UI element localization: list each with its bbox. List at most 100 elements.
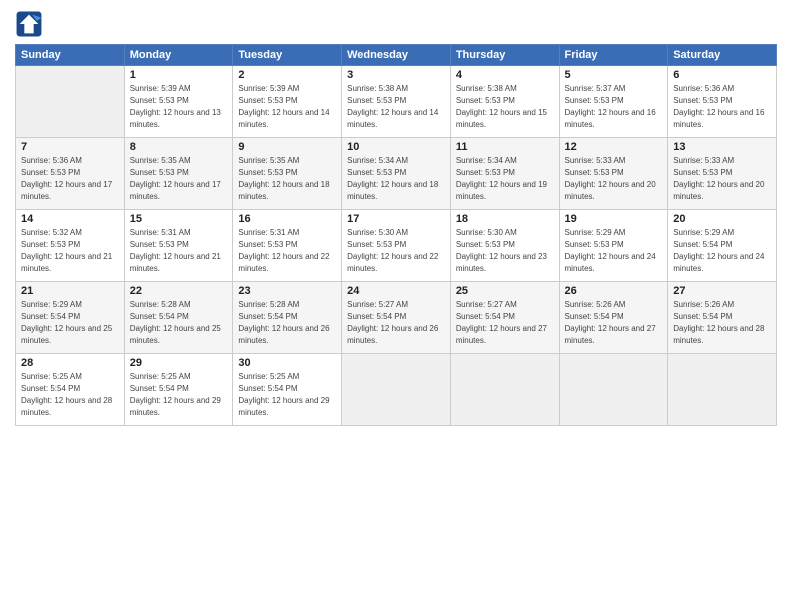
day-detail: Sunrise: 5:36 AMSunset: 5:53 PMDaylight:… (21, 156, 112, 201)
day-number: 20 (673, 213, 771, 225)
day-detail: Sunrise: 5:25 AMSunset: 5:54 PMDaylight:… (130, 372, 221, 417)
day-detail: Sunrise: 5:30 AMSunset: 5:53 PMDaylight:… (347, 228, 438, 273)
day-detail: Sunrise: 5:36 AMSunset: 5:53 PMDaylight:… (673, 84, 764, 129)
day-detail: Sunrise: 5:31 AMSunset: 5:53 PMDaylight:… (238, 228, 329, 273)
calendar-cell: 26 Sunrise: 5:26 AMSunset: 5:54 PMDayligh… (559, 282, 668, 354)
calendar-cell (342, 354, 451, 426)
day-detail: Sunrise: 5:26 AMSunset: 5:54 PMDaylight:… (673, 300, 764, 345)
day-number: 13 (673, 141, 771, 153)
day-detail: Sunrise: 5:34 AMSunset: 5:53 PMDaylight:… (456, 156, 547, 201)
weekday-header-thursday: Thursday (450, 45, 559, 66)
day-number: 26 (565, 285, 663, 297)
day-detail: Sunrise: 5:31 AMSunset: 5:53 PMDaylight:… (130, 228, 221, 273)
day-number: 21 (21, 285, 119, 297)
day-number: 8 (130, 141, 228, 153)
calendar-cell: 1Sunrise: 5:39 AMSunset: 5:53 PMDaylight… (124, 66, 233, 138)
week-row-5: 28 Sunrise: 5:25 AMSunset: 5:54 PMDayligh… (16, 354, 777, 426)
page-container: SundayMondayTuesdayWednesdayThursdayFrid… (0, 0, 792, 436)
header (15, 10, 777, 38)
day-number: 2 (238, 69, 336, 81)
calendar-cell: 29Sunrise: 5:25 AMSunset: 5:54 PMDayligh… (124, 354, 233, 426)
day-detail: Sunrise: 5:35 AMSunset: 5:53 PMDaylight:… (130, 156, 221, 201)
calendar-cell: 24 Sunrise: 5:27 AMSunset: 5:54 PMDayligh… (342, 282, 451, 354)
day-number: 19 (565, 213, 663, 225)
day-number: 9 (238, 141, 336, 153)
calendar-cell: 22 Sunrise: 5:28 AMSunset: 5:54 PMDayligh… (124, 282, 233, 354)
day-detail: Sunrise: 5:38 AMSunset: 5:53 PMDaylight:… (456, 84, 547, 129)
day-number: 28 (21, 357, 119, 369)
day-detail: Sunrise: 5:25 AMSunset: 5:54 PMDaylight:… (21, 372, 112, 417)
day-detail: Sunrise: 5:25 AMSunset: 5:54 PMDaylight:… (238, 372, 329, 417)
day-detail: Sunrise: 5:26 AMSunset: 5:54 PMDaylight:… (565, 300, 656, 345)
calendar-cell: 15 Sunrise: 5:31 AMSunset: 5:53 PMDayligh… (124, 210, 233, 282)
calendar-cell: 25Sunrise: 5:27 AMSunset: 5:54 PMDayligh… (450, 282, 559, 354)
calendar-cell: 7 Sunrise: 5:36 AMSunset: 5:53 PMDaylight… (16, 138, 125, 210)
calendar-cell: 4 Sunrise: 5:38 AMSunset: 5:53 PMDaylight… (450, 66, 559, 138)
day-detail: Sunrise: 5:39 AMSunset: 5:53 PMDaylight:… (238, 84, 329, 129)
day-number: 5 (565, 69, 663, 81)
day-detail: Sunrise: 5:33 AMSunset: 5:53 PMDaylight:… (673, 156, 764, 201)
calendar-cell: 12Sunrise: 5:33 AMSunset: 5:53 PMDayligh… (559, 138, 668, 210)
weekday-header-row: SundayMondayTuesdayWednesdayThursdayFrid… (16, 45, 777, 66)
weekday-header-wednesday: Wednesday (342, 45, 451, 66)
day-number: 27 (673, 285, 771, 297)
day-detail: Sunrise: 5:38 AMSunset: 5:53 PMDaylight:… (347, 84, 438, 129)
week-row-1: 1 Sunrise: 5:39 AMSunset: 5:53 PMDaylight… (16, 66, 777, 138)
day-number: 17 (347, 213, 445, 225)
weekday-header-tuesday: Tuesday (233, 45, 342, 66)
calendar-cell: 30 Sunrise: 5:25 AMSunset: 5:54 PMDayligh… (233, 354, 342, 426)
calendar-cell: 17 Sunrise: 5:30 AMSunset: 5:53 PMDayligh… (342, 210, 451, 282)
calendar-cell (450, 354, 559, 426)
calendar-cell: 23Sunrise: 5:28 AMSunset: 5:54 PMDayligh… (233, 282, 342, 354)
day-detail: Sunrise: 5:29 AMSunset: 5:54 PMDaylight:… (673, 228, 764, 273)
logo (15, 10, 47, 38)
calendar-cell: 5Sunrise: 5:37 AMSunset: 5:53 PMDaylight… (559, 66, 668, 138)
day-number: 22 (130, 285, 228, 297)
day-detail: Sunrise: 5:28 AMSunset: 5:54 PMDaylight:… (130, 300, 221, 345)
calendar-cell: 28 Sunrise: 5:25 AMSunset: 5:54 PMDayligh… (16, 354, 125, 426)
day-detail: Sunrise: 5:27 AMSunset: 5:54 PMDaylight:… (347, 300, 438, 345)
day-detail: Sunrise: 5:28 AMSunset: 5:54 PMDaylight:… (238, 300, 329, 345)
day-number: 4 (456, 69, 554, 81)
calendar-cell: 6 Sunrise: 5:36 AMSunset: 5:53 PMDaylight… (668, 66, 777, 138)
calendar-cell: 16 Sunrise: 5:31 AMSunset: 5:53 PMDayligh… (233, 210, 342, 282)
calendar-cell: 8 Sunrise: 5:35 AMSunset: 5:53 PMDaylight… (124, 138, 233, 210)
week-row-3: 14Sunrise: 5:32 AMSunset: 5:53 PMDayligh… (16, 210, 777, 282)
calendar-cell: 13 Sunrise: 5:33 AMSunset: 5:53 PMDayligh… (668, 138, 777, 210)
day-number: 16 (238, 213, 336, 225)
day-detail: Sunrise: 5:30 AMSunset: 5:53 PMDaylight:… (456, 228, 547, 273)
calendar-cell (668, 354, 777, 426)
day-detail: Sunrise: 5:27 AMSunset: 5:54 PMDaylight:… (456, 300, 547, 345)
day-detail: Sunrise: 5:29 AMSunset: 5:53 PMDaylight:… (565, 228, 656, 273)
day-number: 24 (347, 285, 445, 297)
day-detail: Sunrise: 5:33 AMSunset: 5:53 PMDaylight:… (565, 156, 656, 201)
day-detail: Sunrise: 5:35 AMSunset: 5:53 PMDaylight:… (238, 156, 329, 201)
day-number: 18 (456, 213, 554, 225)
day-number: 7 (21, 141, 119, 153)
day-detail: Sunrise: 5:34 AMSunset: 5:53 PMDaylight:… (347, 156, 438, 201)
weekday-header-saturday: Saturday (668, 45, 777, 66)
calendar-cell (16, 66, 125, 138)
day-number: 1 (130, 69, 228, 81)
weekday-header-sunday: Sunday (16, 45, 125, 66)
calendar-table: SundayMondayTuesdayWednesdayThursdayFrid… (15, 44, 777, 426)
day-number: 15 (130, 213, 228, 225)
day-number: 6 (673, 69, 771, 81)
calendar-cell (559, 354, 668, 426)
week-row-4: 21 Sunrise: 5:29 AMSunset: 5:54 PMDayligh… (16, 282, 777, 354)
logo-icon (15, 10, 43, 38)
calendar-cell: 10 Sunrise: 5:34 AMSunset: 5:53 PMDayligh… (342, 138, 451, 210)
calendar-cell: 9 Sunrise: 5:35 AMSunset: 5:53 PMDaylight… (233, 138, 342, 210)
calendar-cell: 19 Sunrise: 5:29 AMSunset: 5:53 PMDayligh… (559, 210, 668, 282)
day-number: 30 (238, 357, 336, 369)
calendar-cell: 20 Sunrise: 5:29 AMSunset: 5:54 PMDayligh… (668, 210, 777, 282)
calendar-cell: 14Sunrise: 5:32 AMSunset: 5:53 PMDayligh… (16, 210, 125, 282)
day-detail: Sunrise: 5:29 AMSunset: 5:54 PMDaylight:… (21, 300, 112, 345)
day-number: 10 (347, 141, 445, 153)
day-number: 14 (21, 213, 119, 225)
day-number: 3 (347, 69, 445, 81)
weekday-header-monday: Monday (124, 45, 233, 66)
week-row-2: 7 Sunrise: 5:36 AMSunset: 5:53 PMDaylight… (16, 138, 777, 210)
day-number: 11 (456, 141, 554, 153)
weekday-header-friday: Friday (559, 45, 668, 66)
